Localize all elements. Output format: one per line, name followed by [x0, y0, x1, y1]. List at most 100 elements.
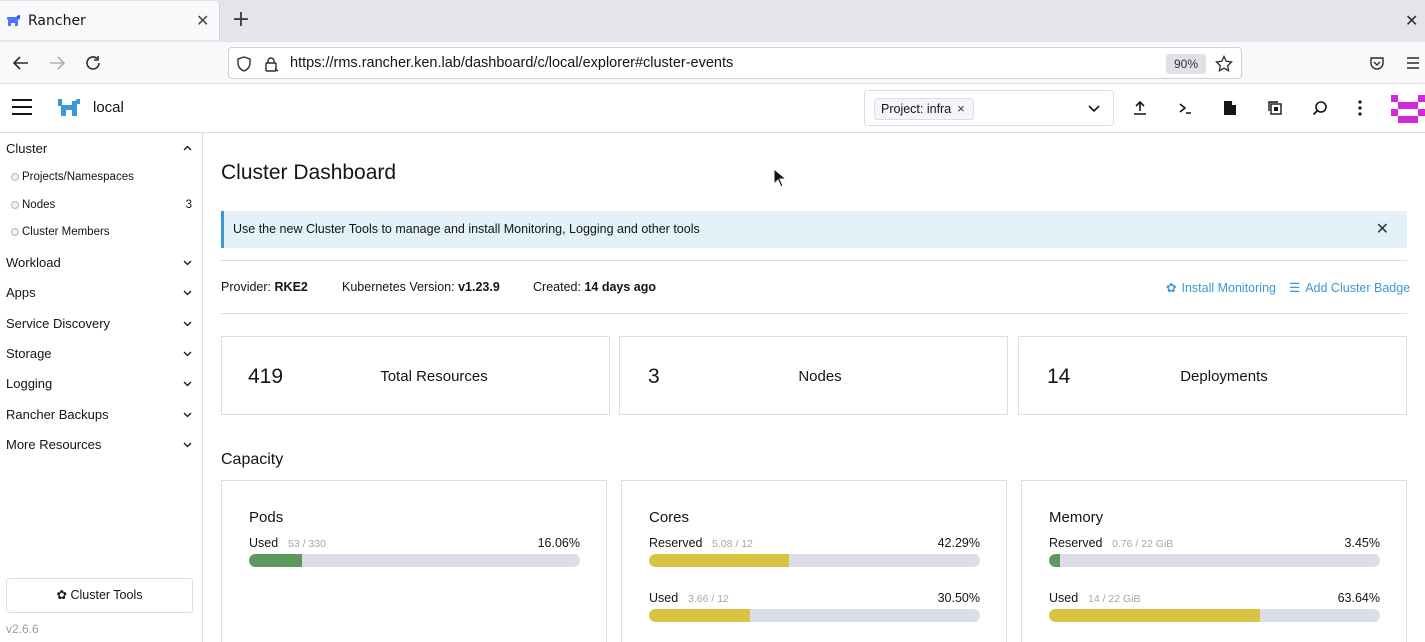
progress-fill — [249, 554, 303, 567]
chevron-down-icon[interactable] — [183, 258, 192, 267]
stat-value: 3 — [648, 365, 660, 388]
close-icon[interactable]: ✕ — [1376, 219, 1389, 239]
stat-card-deployments[interactable]: 14 Deployments — [1018, 336, 1407, 415]
capacity-card-cores: Cores Reserved 5.08 / 12 42.29% Used 3.6… — [621, 480, 1007, 642]
browser-tab[interactable]: Rancher ✕ — [0, 1, 220, 40]
search-icon[interactable] — [1310, 98, 1330, 118]
nav-group-service-discovery[interactable]: Service Discovery — [6, 313, 196, 335]
banner-text: Use the new Cluster Tools to manage and … — [233, 222, 700, 236]
back-arrow-icon[interactable] — [10, 52, 32, 74]
chevron-down-icon[interactable] — [183, 440, 192, 449]
window-close-icon[interactable]: ✕ — [1405, 10, 1418, 32]
app-menu-icon[interactable] — [1402, 52, 1424, 74]
progress-fill — [1049, 609, 1260, 622]
nav-group-label: Workload — [6, 255, 61, 270]
nav-item-label: Projects/Namespaces — [22, 171, 134, 183]
rancher-favicon-icon — [7, 15, 20, 26]
more-vertical-icon[interactable] — [1350, 98, 1370, 118]
copy-kubeconfig-icon[interactable] — [1265, 98, 1285, 118]
nav-group-label: Storage — [6, 346, 52, 361]
main-content: Cluster Dashboard Use the new Cluster To… — [203, 133, 1425, 642]
cluster-logo-icon — [58, 99, 80, 116]
stat-label: Deployments — [1180, 368, 1268, 385]
chevron-up-icon[interactable] — [183, 144, 192, 153]
progress-bar — [649, 609, 980, 622]
add-cluster-badge-link[interactable]: ☰ Add Cluster Badge — [1289, 280, 1410, 295]
row-percent: 3.45% — [1344, 536, 1380, 550]
nav-item-label: Nodes — [22, 199, 56, 211]
pocket-icon[interactable] — [1366, 52, 1388, 74]
namespace-filter-chip-label: Project: infra — [881, 102, 952, 116]
url-bar[interactable]: https://rms.rancher.ken.lab/dashboard/c/… — [228, 47, 1242, 79]
capacity-row-reserved: Reserved 5.08 / 12 42.29% — [649, 536, 980, 570]
created-value: 14 days ago — [584, 280, 657, 294]
capacity-heading: Capacity — [221, 451, 284, 468]
stat-value: 14 — [1047, 365, 1071, 388]
namespace-filter[interactable]: Project: infra × — [864, 90, 1114, 126]
list-icon: ☰ — [1289, 281, 1301, 295]
capacity-row-reserved: Reserved 0.76 / 22 GiB 3.45% — [1049, 536, 1380, 570]
nav-group-rancher-backups[interactable]: Rancher Backups — [6, 404, 196, 426]
nav-group-logging[interactable]: Logging — [6, 373, 196, 395]
k8s-value: v1.23.9 — [458, 280, 500, 294]
info-banner: Use the new Cluster Tools to manage and … — [221, 211, 1407, 248]
rancher-header: local Project: infra × — [0, 84, 1425, 133]
row-label: Used — [1049, 591, 1079, 605]
progress-bar — [249, 554, 580, 567]
row-percent: 63.64% — [1337, 591, 1380, 605]
row-percent: 30.50% — [937, 591, 980, 605]
nav-item-dot-icon — [11, 228, 19, 236]
nav-group-storage[interactable]: Storage — [6, 343, 196, 365]
chevron-down-icon[interactable] — [183, 319, 192, 328]
user-avatar[interactable] — [1391, 93, 1425, 127]
nav-group-label: Logging — [6, 376, 53, 391]
chevron-down-icon[interactable] — [183, 410, 192, 419]
version-label[interactable]: v2.6.6 — [6, 622, 39, 636]
shield-icon[interactable] — [235, 55, 253, 73]
stat-card-nodes[interactable]: 3 Nodes — [619, 336, 1008, 415]
kubectl-shell-icon[interactable] — [1175, 98, 1195, 118]
progress-fill — [649, 609, 750, 622]
chevron-down-icon[interactable] — [183, 349, 192, 358]
page-title: Cluster Dashboard — [221, 161, 397, 184]
chip-remove-icon[interactable]: × — [957, 101, 965, 116]
forward-arrow-icon[interactable] — [46, 52, 68, 74]
divider — [221, 313, 1407, 314]
url-text[interactable]: https://rms.rancher.ken.lab/dashboard/c/… — [290, 55, 733, 71]
nav-item-cluster-members[interactable]: Cluster Members — [11, 224, 196, 242]
chevron-down-icon[interactable] — [183, 288, 192, 297]
capacity-card-title: Pods — [249, 509, 284, 526]
cluster-name[interactable]: local — [93, 99, 124, 116]
nav-item-dot-icon — [11, 201, 19, 209]
nav-group-cluster[interactable]: Cluster — [6, 138, 196, 160]
namespace-filter-chip[interactable]: Project: infra × — [874, 98, 974, 120]
chevron-down-icon[interactable] — [1087, 101, 1101, 115]
cluster-tools-button[interactable]: ✿ Cluster Tools — [6, 578, 193, 613]
chevron-down-icon[interactable] — [183, 379, 192, 388]
lock-icon[interactable] — [262, 55, 280, 73]
nav-item-nodes[interactable]: Nodes 3 — [11, 197, 196, 215]
bookmark-star-icon[interactable] — [1214, 54, 1234, 74]
nav-group-workload[interactable]: Workload — [6, 252, 196, 274]
row-label: Reserved — [1049, 536, 1103, 550]
import-yaml-icon[interactable] — [1130, 98, 1150, 118]
nav-item-dot-icon — [11, 173, 19, 181]
download-kubeconfig-icon[interactable] — [1220, 98, 1240, 118]
zoom-level-badge[interactable]: 90% — [1166, 54, 1206, 74]
row-label: Reserved — [649, 536, 703, 550]
hamburger-menu-icon[interactable] — [12, 99, 32, 117]
install-monitoring-link[interactable]: ✿ Install Monitoring — [1166, 280, 1276, 295]
capacity-row-used: Used 14 / 22 GiB 63.64% — [1049, 591, 1380, 625]
nav-item-label: Cluster Members — [22, 226, 110, 238]
stat-value: 419 — [248, 365, 284, 388]
new-tab-icon[interactable]: + — [230, 8, 252, 32]
tab-close-icon[interactable]: ✕ — [196, 11, 209, 31]
stat-label: Nodes — [798, 368, 842, 385]
nav-group-apps[interactable]: Apps — [6, 282, 196, 304]
nav-item-projects-namespaces[interactable]: Projects/Namespaces — [11, 169, 196, 187]
nav-group-more-resources[interactable]: More Resources — [6, 434, 196, 456]
install-monitoring-label: Install Monitoring — [1181, 281, 1276, 295]
row-percent: 16.06% — [537, 536, 580, 550]
reload-icon[interactable] — [82, 52, 104, 74]
stat-card-total-resources[interactable]: 419 Total Resources — [221, 336, 610, 415]
